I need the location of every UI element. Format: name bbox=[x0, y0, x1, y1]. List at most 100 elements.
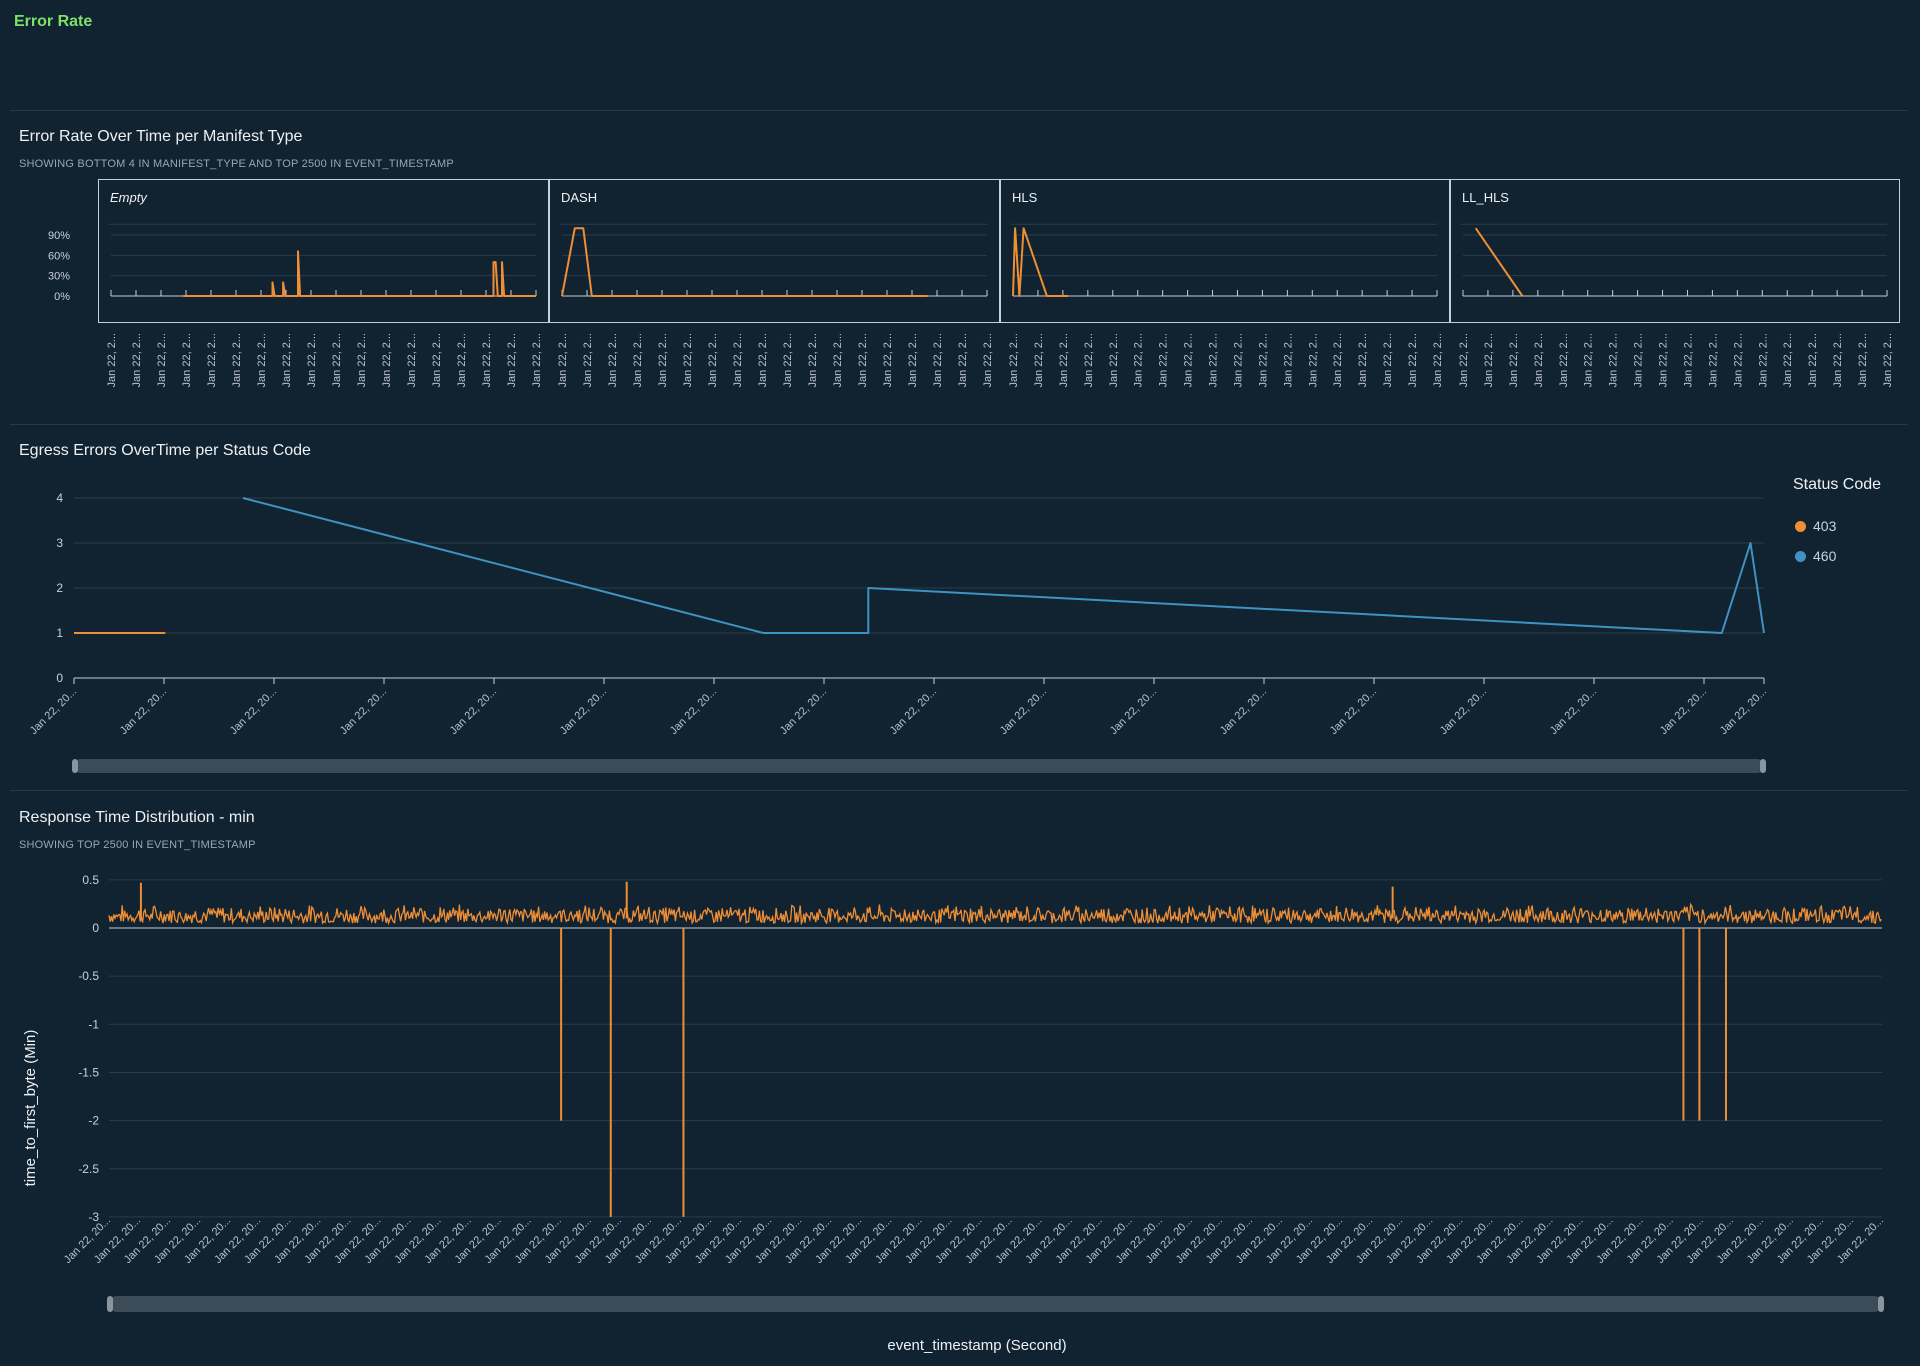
legend-title: Status Code bbox=[1793, 476, 1882, 493]
x-tick-label: Jan 22, 20... bbox=[1658, 686, 1709, 737]
x-tick-label: Jan 22, 2... bbox=[1232, 333, 1244, 387]
x-tick-label: Jan 22, 2... bbox=[481, 333, 493, 387]
legend-dot-460 bbox=[1795, 550, 1806, 562]
x-tick-label: Jan 22, 2... bbox=[782, 333, 794, 387]
x-tick-label: Jan 22, 2... bbox=[231, 333, 243, 387]
x-tick-label: Jan 22, 2... bbox=[106, 333, 118, 387]
scrollbar-track bbox=[74, 759, 1764, 773]
x-tick-label: Jan 22, 2... bbox=[1882, 333, 1894, 387]
x-tick-label: Jan 22, 2... bbox=[1282, 333, 1294, 387]
x-tick-label: Jan 22, 2... bbox=[1033, 333, 1045, 387]
scrollbar-handle-left bbox=[72, 759, 78, 773]
x-tick-label: Jan 22, 2... bbox=[1083, 333, 1095, 387]
x-tick-label: Jan 22, 2... bbox=[1108, 333, 1120, 387]
x-tick-label: Jan 22, 2... bbox=[281, 333, 293, 387]
series-line-ll_hls bbox=[1474, 227, 1524, 297]
y-tick-label: 0 bbox=[56, 671, 63, 685]
y-tick-label: 0% bbox=[54, 291, 70, 303]
x-tick-label: Jan 22, 2... bbox=[381, 333, 393, 387]
series-line bbox=[108, 902, 1882, 926]
x-tick-label: Jan 22, 2... bbox=[131, 333, 143, 387]
x-tick-label: Jan 22, 2... bbox=[1732, 333, 1744, 387]
x-tick-label: Jan 22, 2... bbox=[707, 333, 719, 387]
y-tick-label: 2 bbox=[56, 581, 63, 595]
series-line-empty bbox=[183, 250, 536, 297]
x-tick-label: Jan 22, 2... bbox=[1307, 333, 1319, 387]
x-tick-label: Jan 22, 2... bbox=[1332, 333, 1344, 387]
x-tick-label: Jan 22, 2... bbox=[882, 333, 894, 387]
x-tick-label: Jan 22, 20... bbox=[118, 686, 169, 737]
x-tick-label: Jan 22, 20... bbox=[1218, 686, 1269, 737]
x-tick-label: Jan 22, 2... bbox=[1008, 333, 1020, 387]
x-tick-label: Jan 22, 2... bbox=[807, 333, 819, 387]
x-tick-label: Jan 22, 2... bbox=[1782, 333, 1794, 387]
error-rate-facet-chart: 90% 60% 30% 0% Empty Jan 22, 2... Jan 22, 2...… bbox=[48, 179, 1900, 387]
scrollbar-handle-left bbox=[107, 1296, 113, 1312]
x-tick-label: Jan 22, 2... bbox=[1257, 333, 1269, 387]
facet-label: LL_HLS bbox=[1462, 190, 1509, 205]
x-tick-label: Jan 22, 2... bbox=[1458, 333, 1470, 387]
x-tick-label: Jan 22, 20... bbox=[888, 686, 939, 737]
x-tick-label: Jan 22, 2... bbox=[1508, 333, 1520, 387]
x-tick-label: Jan 22, 2... bbox=[506, 333, 518, 387]
x-tick-label: Jan 22, 2... bbox=[1757, 333, 1769, 387]
scrollbar-track bbox=[109, 1296, 1882, 1312]
legend-item-460[interactable]: 460 bbox=[1795, 548, 1836, 564]
y-tick-label: -2 bbox=[88, 1114, 99, 1128]
x-tick-label: Jan 22, 2... bbox=[1558, 333, 1570, 387]
x-tick-label: Jan 22, 20... bbox=[28, 686, 79, 737]
series-line-dash bbox=[561, 227, 928, 297]
y-tick-label: 60% bbox=[48, 250, 70, 262]
x-tick-label: Jan 22, 2... bbox=[582, 333, 594, 387]
x-tick-label: Jan 22, 20... bbox=[1548, 686, 1599, 737]
response-time-chart: 0.50-0.5-1-1.5-2-2.5-3Jan 22, 20...Jan 2… bbox=[22, 873, 1886, 1354]
x-tick-label: Jan 22, 2... bbox=[1608, 333, 1620, 387]
x-tick-label: Jan 22, 2... bbox=[1407, 333, 1419, 387]
facet-label: HLS bbox=[1012, 190, 1038, 205]
x-axis-label: event_timestamp (Second) bbox=[887, 1337, 1066, 1354]
y-tick-label: -1.5 bbox=[78, 1065, 99, 1079]
scrollbar-handle-right bbox=[1760, 759, 1766, 773]
x-tick-label: Jan 22, 20... bbox=[1328, 686, 1379, 737]
x-tick-label: Jan 22, 20... bbox=[448, 686, 499, 737]
legend-label: 403 bbox=[1813, 518, 1837, 534]
y-tick-label: -1 bbox=[88, 1017, 99, 1031]
x-tick-label: Jan 22, 2... bbox=[732, 333, 744, 387]
x-tick-label: Jan 22, 2... bbox=[932, 333, 944, 387]
legend-item-403[interactable]: 403 bbox=[1795, 518, 1836, 534]
x-tick-label: Jan 22, 2... bbox=[156, 333, 168, 387]
facet-frame bbox=[98, 179, 549, 323]
facet-frame bbox=[549, 179, 1000, 323]
x-tick-label: Jan 22, 2... bbox=[1533, 333, 1545, 387]
legend-dot-403 bbox=[1795, 520, 1806, 532]
y-tick-label: 0 bbox=[92, 921, 99, 935]
x-tick-label: Jan 22, 2... bbox=[306, 333, 318, 387]
x-tick-label: Jan 22, 20... bbox=[1438, 686, 1489, 737]
x-tick-label: Jan 22, 2... bbox=[1382, 333, 1394, 387]
x-tick-label: Jan 22, 2... bbox=[1483, 333, 1495, 387]
x-tick-label: Jan 22, 2... bbox=[1857, 333, 1869, 387]
x-tick-label: Jan 22, 20... bbox=[778, 686, 829, 737]
x-tick-label: Jan 22, 20... bbox=[1108, 686, 1159, 737]
x-tick-label: Jan 22, 2... bbox=[757, 333, 769, 387]
x-tick-label: Jan 22, 2... bbox=[1432, 333, 1444, 387]
x-tick-label: Jan 22, 2... bbox=[181, 333, 193, 387]
y-tick-label: 30% bbox=[48, 271, 70, 283]
scrollbar-handle-right bbox=[1878, 1296, 1884, 1312]
y-tick-label: -2.5 bbox=[78, 1162, 99, 1176]
x-tick-label: Jan 22, 2... bbox=[907, 333, 919, 387]
y-tick-label: 4 bbox=[56, 491, 63, 505]
x-tick-label: Jan 22, 2... bbox=[1633, 333, 1645, 387]
x-tick-label: Jan 22, 2... bbox=[632, 333, 644, 387]
y-axis-label: time_to_first_byte (Min) bbox=[22, 1030, 39, 1187]
x-tick-label: Jan 22, 2... bbox=[682, 333, 694, 387]
x-tick-label: Jan 22, 2... bbox=[1832, 333, 1844, 387]
x-tick-label: Jan 22, 20... bbox=[998, 686, 1049, 737]
x-tick-label: Jan 22, 2... bbox=[1658, 333, 1670, 387]
x-tick-label: Jan 22, 2... bbox=[1807, 333, 1819, 387]
facet-frame bbox=[1450, 179, 1900, 323]
x-tick-label: Jan 22, 2... bbox=[1208, 333, 1220, 387]
facet-frame bbox=[1000, 179, 1450, 323]
series-line-hls bbox=[1012, 227, 1069, 297]
x-tick-label: Jan 22, 2... bbox=[607, 333, 619, 387]
